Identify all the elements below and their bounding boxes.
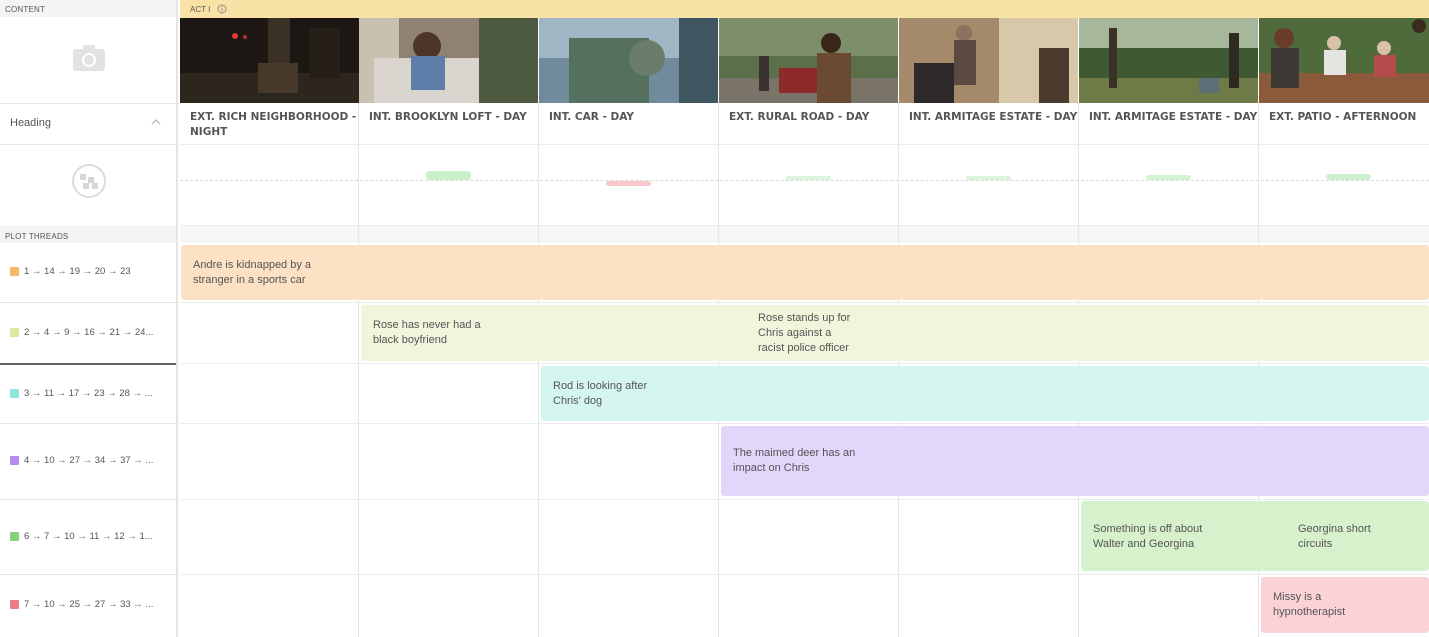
- scene-heading[interactable]: INT. CAR - DAY: [539, 103, 718, 145]
- scene-heading[interactable]: EXT. RICH NEIGHBORHOOD - NIGHT: [180, 103, 359, 145]
- scene-thumbnail[interactable]: [539, 18, 718, 103]
- scene-thumbnail[interactable]: [719, 18, 898, 103]
- emotion-bar[interactable]: [1146, 175, 1191, 180]
- chevron-up-icon[interactable]: [150, 118, 162, 126]
- thread-label: 3 → 11 → 17 → 23 → 28 → ...: [24, 388, 153, 399]
- plot-card-text: Georgina short circuits: [1298, 523, 1371, 550]
- plot-card[interactable]: Rose has never had a black boyfriend Ros…: [361, 305, 1429, 361]
- thread-label: 7 → 10 → 25 → 27 → 33 → ...: [24, 599, 154, 610]
- scene-thumbnail[interactable]: [1259, 18, 1429, 103]
- emotion-icon[interactable]: [71, 163, 107, 199]
- thread-item[interactable]: 7 → 10 → 25 → 27 → 33 → ...: [0, 575, 176, 637]
- scene-heading[interactable]: EXT. PATIO - AFTERNOON: [1259, 103, 1429, 145]
- scene-thumbnail[interactable]: [899, 18, 1078, 103]
- emotion-baseline: [180, 180, 1429, 181]
- thread-color-swatch: [10, 328, 19, 337]
- plot-card-text: Rose has never had a black boyfriend: [373, 319, 481, 346]
- grid-line: [180, 144, 1429, 145]
- plot-card[interactable]: Andre is kidnapped by a stranger in a sp…: [181, 245, 1429, 300]
- emotion-bar[interactable]: [786, 176, 831, 180]
- scene-heading[interactable]: EXT. RURAL ROAD - DAY: [719, 103, 898, 145]
- grid-line: [538, 103, 539, 637]
- camera-icon[interactable]: [72, 44, 106, 72]
- scene-thumbnail[interactable]: [1079, 18, 1258, 103]
- thread-item[interactable]: 3 → 11 → 17 → 23 → 28 → ...: [0, 365, 176, 423]
- plot-card-text: Something is off about Walter and Georgi…: [1093, 523, 1203, 550]
- thread-color-swatch: [10, 600, 19, 609]
- thread-label: 6 → 7 → 10 → 11 → 12 → 1...: [24, 531, 153, 542]
- emotion-bar[interactable]: [1326, 174, 1371, 180]
- emotion-bar[interactable]: [966, 176, 1011, 180]
- thread-item[interactable]: 6 → 7 → 10 → 11 → 12 → 1...: [0, 500, 176, 574]
- info-icon[interactable]: [217, 4, 227, 14]
- plot-card-text: Rod is looking after Chris' dog: [553, 380, 648, 407]
- emotion-bar[interactable]: [426, 171, 471, 180]
- thread-color-swatch: [10, 389, 19, 398]
- thread-color-swatch: [10, 267, 19, 276]
- scene-thumbnail[interactable]: [180, 18, 359, 103]
- scene-heading[interactable]: INT. ARMITAGE ESTATE - DAY: [899, 103, 1078, 145]
- thread-label: 1 → 14 → 19 → 20 → 23: [24, 266, 131, 277]
- thread-item[interactable]: 4 → 10 → 27 → 34 → 37 → ...: [0, 424, 176, 499]
- heading-label: Heading: [10, 117, 51, 129]
- emotion-bar[interactable]: [606, 181, 651, 186]
- plot-threads-header-band: [180, 225, 1429, 242]
- thread-item[interactable]: 2 → 4 → 9 → 16 → 21 → 24...: [0, 303, 176, 363]
- thread-label: 4 → 10 → 27 → 34 → 37 → ...: [24, 455, 154, 466]
- plot-card-text: Missy is a hypnotherapist: [1273, 591, 1346, 618]
- plot-card[interactable]: The maimed deer has an impact on Chris: [721, 426, 1429, 496]
- act-label: ACT I: [190, 5, 211, 14]
- plot-card-text: Andre is kidnapped by a stranger in a sp…: [193, 259, 312, 286]
- thread-item[interactable]: 1 → 14 → 19 → 20 → 23: [0, 243, 176, 303]
- heading-row[interactable]: Heading: [0, 103, 176, 145]
- thread-color-swatch: [10, 532, 19, 541]
- scene-thumbnail[interactable]: [359, 18, 538, 103]
- plot-card[interactable]: Rod is looking after Chris' dog: [541, 366, 1429, 421]
- plot-card-text: The maimed deer has an impact on Chris: [733, 447, 856, 474]
- grid-line: [180, 423, 1429, 424]
- grid-line: [358, 103, 359, 637]
- plot-threads-label: PLOT THREADS: [5, 232, 69, 241]
- plot-card-text: Rose stands up for Chris against a racis…: [758, 312, 851, 354]
- content-label: CONTENT: [5, 5, 46, 14]
- grid-line: [180, 363, 1429, 364]
- scene-heading[interactable]: INT. ARMITAGE ESTATE - DAY: [1079, 103, 1258, 145]
- plot-card[interactable]: Missy is a hypnotherapist: [1261, 577, 1429, 633]
- sidebar: CONTENT Heading PLOT THREADS 1 → 14 → 19…: [0, 0, 178, 637]
- plot-card[interactable]: Something is off about Walter and Georgi…: [1081, 501, 1429, 571]
- scene-heading[interactable]: INT. BROOKLYN LOFT - DAY: [359, 103, 538, 145]
- thread-label: 2 → 4 → 9 → 16 → 21 → 24...: [24, 327, 154, 338]
- thread-color-swatch: [10, 456, 19, 465]
- act-header[interactable]: ACT I: [180, 0, 1429, 18]
- grid-line: [180, 574, 1429, 575]
- grid-line: [180, 302, 1429, 303]
- grid-line: [180, 499, 1429, 500]
